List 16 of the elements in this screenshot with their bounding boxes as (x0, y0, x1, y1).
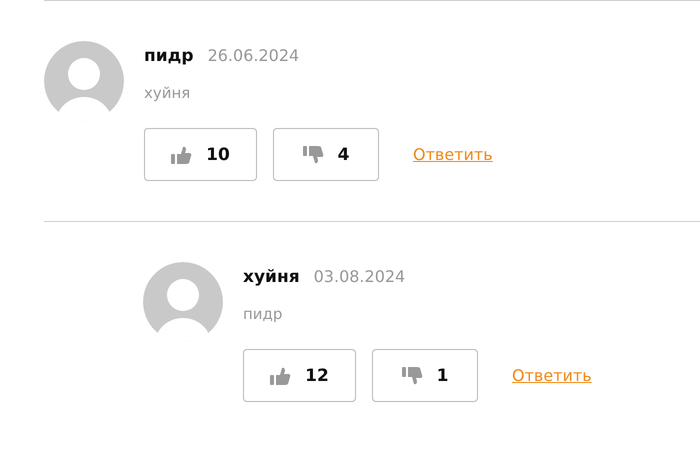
thumbs-up-icon (171, 146, 192, 164)
avatar-icon (143, 262, 223, 342)
thumbs-down-icon (402, 366, 423, 384)
thumbs-down-icon (302, 146, 324, 164)
comment-date: 03.08.2024 (314, 267, 406, 286)
like-button[interactable]: 10 (144, 128, 257, 181)
dislike-button[interactable]: 4 (273, 128, 379, 181)
comment-text: хуйня (144, 84, 192, 102)
author-name: хуйня (243, 267, 300, 287)
author-name: пидр (144, 46, 194, 66)
avatar-icon (44, 41, 124, 121)
comment-date: 26.06.2024 (208, 46, 300, 65)
like-button[interactable]: 12 (243, 349, 356, 402)
thumbs-up-icon (270, 366, 292, 384)
comment-text: пидр (243, 305, 284, 323)
dislike-button[interactable]: 1 (372, 349, 478, 402)
